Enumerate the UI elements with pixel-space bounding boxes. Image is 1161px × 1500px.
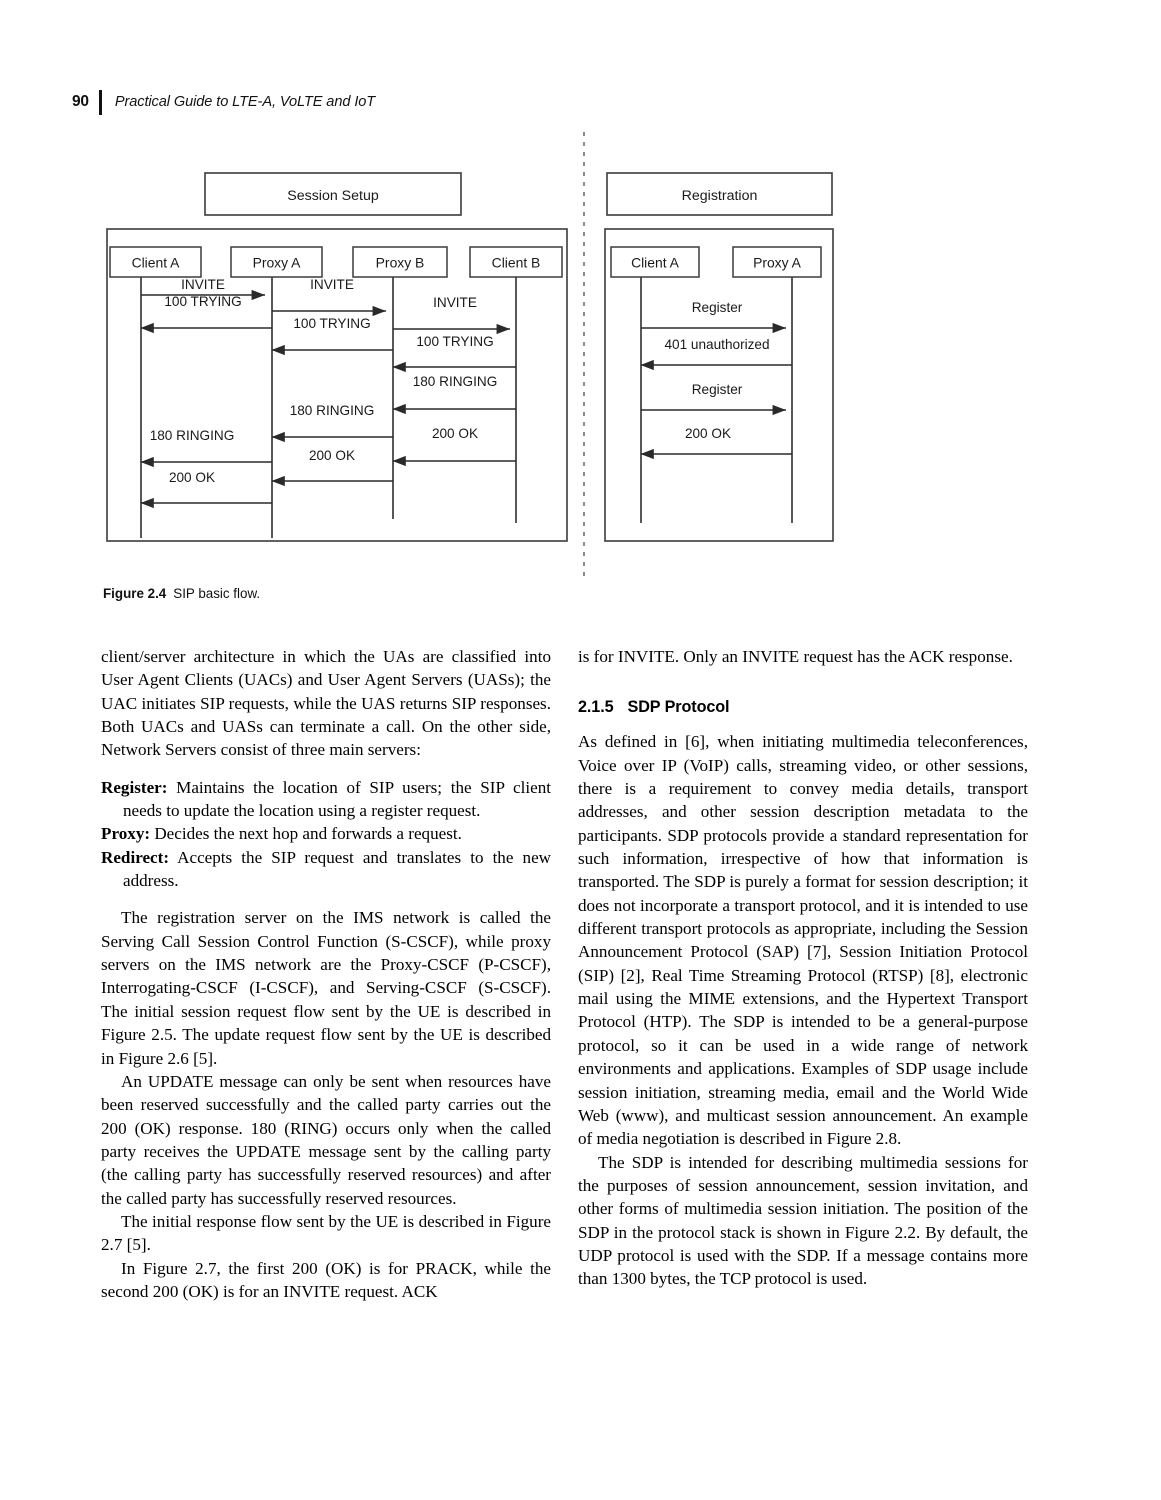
message-label: Register [692, 382, 743, 397]
sip-basic-flow-diagram: Session Setup Client A Proxy A Proxy B C… [106, 132, 834, 578]
figure-caption-text: SIP basic flow. [173, 586, 261, 601]
message-label: INVITE [310, 277, 354, 292]
message-label: 180 RINGING [150, 428, 235, 443]
definition-text: Decides the next hop and forwards a requ… [150, 824, 462, 844]
message-label: 200 OK [432, 426, 478, 441]
figure-caption: Figure 2.4 SIP basic flow. [103, 586, 260, 601]
paragraph: The SDP is intended for describing multi… [578, 1152, 1028, 1289]
lifeline-label-client-a: Client A [132, 255, 181, 271]
running-head: 90 Practical Guide to LTE-A, VoLTE and I… [72, 88, 375, 116]
figure-caption-label: Figure 2.4 [103, 586, 167, 601]
definition-item: Redirect: Accepts the SIP request and tr… [101, 846, 551, 893]
paragraph: An UPDATE message can only be sent when … [101, 1071, 551, 1208]
lifeline-label-registration-proxy-a: Proxy A [753, 255, 802, 271]
definition-item: Register: Maintains the location of SIP … [101, 776, 551, 823]
paragraph: As defined in [6], when initiating multi… [578, 732, 1028, 1149]
definition-term: Register: [101, 777, 168, 797]
section-number: 2.1.5 [578, 698, 614, 717]
body-column-right: is for INVITE. Only an INVITE request ha… [578, 645, 1028, 1291]
paragraph-continued: client/server architecture in which the … [101, 647, 551, 760]
lifeline-label-proxy-b: Proxy B [376, 255, 425, 271]
panel-title-session-setup: Session Setup [287, 188, 379, 204]
message-label: 200 OK [685, 426, 731, 441]
definition-term: Proxy: [101, 824, 151, 844]
message-label: 401 unauthorized [664, 337, 769, 352]
figure-2-4: Session Setup Client A Proxy A Proxy B C… [0, 125, 1161, 595]
page-number: 90 [72, 93, 89, 110]
definition-text: Maintains the location of SIP users; the… [123, 777, 551, 821]
definition-term: Redirect: [101, 847, 170, 867]
message-label: Register [692, 300, 743, 315]
message-label: 200 OK [169, 470, 215, 485]
lifeline-label-registration-client-a: Client A [631, 255, 680, 271]
message-label: 100 TRYING [416, 334, 493, 349]
lifeline-label-client-b: Client B [492, 255, 541, 271]
message-label: 100 TRYING [164, 294, 241, 309]
definition-text: Accepts the SIP request and translates t… [123, 847, 551, 891]
message-label: 180 RINGING [413, 374, 498, 389]
panel-title-registration: Registration [682, 188, 758, 204]
definition-item: Proxy: Decides the next hop and forwards… [101, 822, 551, 845]
body-column-left: client/server architecture in which the … [101, 645, 551, 1303]
lifeline-label-proxy-a: Proxy A [253, 255, 302, 271]
paragraph: The registration server on the IMS netwo… [101, 908, 551, 1068]
message-label: 100 TRYING [293, 316, 370, 331]
section-heading: 2.1.5 SDP Protocol [578, 696, 1028, 718]
definition-list: Register: Maintains the location of SIP … [101, 776, 551, 893]
running-head-rule [98, 89, 102, 115]
document-page: 90 Practical Guide to LTE-A, VoLTE and I… [0, 0, 1161, 1500]
paragraph-continued: is for INVITE. Only an INVITE request ha… [578, 647, 1013, 666]
book-title: Practical Guide to LTE-A, VoLTE and IoT [114, 94, 376, 110]
message-label: INVITE [181, 277, 225, 292]
message-label: 180 RINGING [290, 403, 375, 418]
paragraph: The initial response flow sent by the UE… [101, 1211, 551, 1255]
section-title: SDP Protocol [627, 698, 730, 717]
message-label: 200 OK [309, 448, 355, 463]
paragraph: In Figure 2.7, the first 200 (OK) is for… [101, 1258, 551, 1301]
message-label: INVITE [433, 295, 477, 310]
